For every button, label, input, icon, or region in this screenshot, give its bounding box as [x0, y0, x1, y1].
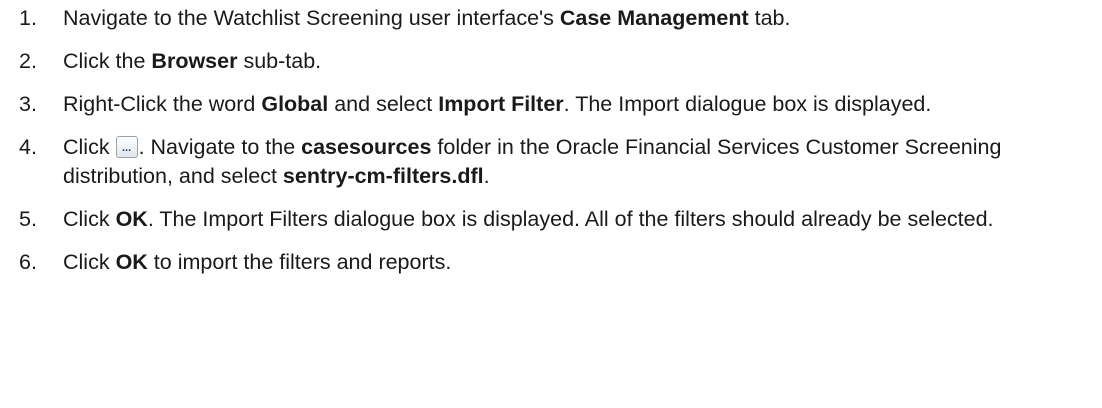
step-text: sub-tab. [237, 49, 322, 73]
step-term: OK [115, 207, 148, 231]
step-text: Navigate to the Watchlist Screening user… [63, 6, 560, 30]
step-term: casesources [301, 135, 432, 159]
step-6: 6. Click OK to import the filters and re… [0, 248, 1102, 277]
browse-ellipsis-icon: ... [115, 136, 138, 158]
step-text: Right-Click the word [63, 92, 262, 116]
step-text: Click [63, 207, 116, 231]
step-1: 1. Navigate to the Watchlist Screening u… [0, 4, 1102, 33]
step-term: Import Filter [438, 92, 564, 116]
step-term: sentry-cm-filters.dfl [282, 164, 484, 188]
step-number: 3. [19, 92, 37, 116]
instruction-steps: 1. Navigate to the Watchlist Screening u… [0, 0, 1102, 277]
step-text: . Navigate to the [138, 135, 302, 159]
step-number: 4. [19, 135, 37, 159]
step-number: 6. [19, 250, 37, 274]
step-term: Browser [151, 49, 238, 73]
step-text: Click the [63, 49, 152, 73]
step-2: 2. Click the Browser sub-tab. [0, 47, 1102, 76]
step-text: . The Import dialogue box is displayed. [563, 92, 932, 116]
step-text: . [483, 164, 490, 188]
step-4: 4. Click ... . Navigate to the casesource… [0, 133, 1102, 191]
step-5: 5. Click OK. The Import Filters dialogue… [0, 205, 1102, 234]
step-term: Case Management [559, 6, 749, 30]
step-number: 2. [19, 49, 37, 73]
step-term: OK [115, 250, 148, 274]
step-term: Global [261, 92, 329, 116]
step-number: 5. [19, 207, 37, 231]
step-text: tab. [748, 6, 791, 30]
step-text: . The Import Filters dialogue box is dis… [147, 207, 994, 231]
ellipsis-glyph: ... [121, 142, 132, 154]
step-text: to import the filters and reports. [147, 250, 452, 274]
step-text: Click [63, 250, 116, 274]
step-text: and select [328, 92, 439, 116]
step-3: 3. Right-Click the word Global and selec… [0, 90, 1102, 119]
step-text: Click [63, 135, 110, 159]
step-number: 1. [19, 6, 37, 30]
